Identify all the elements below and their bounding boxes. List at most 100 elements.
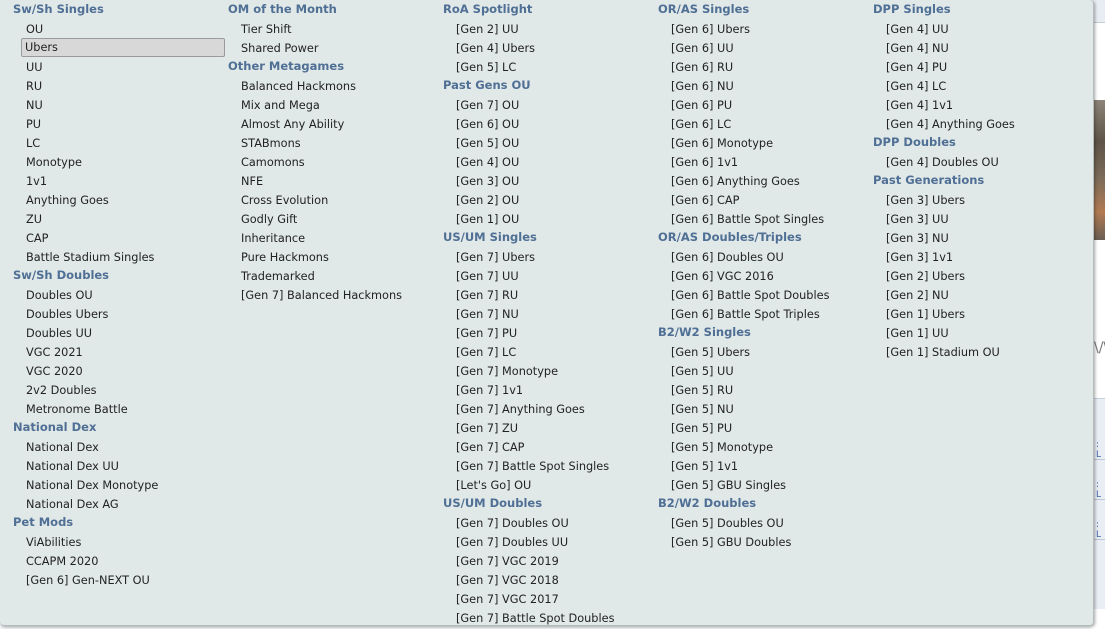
format-option[interactable]: [Gen 5] LC [443,57,655,76]
format-option[interactable]: [Gen 6] VGC 2016 [658,266,870,285]
format-option[interactable]: [Gen 2] OU [443,190,655,209]
format-option[interactable]: [Gen 4] Ubers [443,38,655,57]
format-option[interactable]: [Gen 5] OU [443,133,655,152]
format-option[interactable]: Inheritance [228,228,440,247]
format-option[interactable]: Doubles OU [13,285,225,304]
format-option[interactable]: [Gen 7] Battle Spot Singles [443,456,655,475]
format-option[interactable]: [Gen 7] VGC 2019 [443,551,655,570]
format-option[interactable]: [Gen 3] OU [443,171,655,190]
format-option[interactable]: [Gen 7] PU [443,323,655,342]
format-option[interactable]: [Gen 7] RU [443,285,655,304]
format-option[interactable]: Metronome Battle [13,399,225,418]
format-option[interactable]: [Gen 7] Ubers [443,247,655,266]
format-option[interactable]: Balanced Hackmons [228,76,440,95]
format-option[interactable]: Monotype [13,152,225,171]
format-option[interactable]: Battle Stadium Singles [13,247,225,266]
format-option[interactable]: [Gen 7] CAP [443,437,655,456]
format-option[interactable]: [Gen 6] RU [658,57,870,76]
format-option[interactable]: [Gen 5] GBU Doubles [658,532,870,551]
format-option[interactable]: [Gen 7] 1v1 [443,380,655,399]
format-option[interactable]: [Gen 6] UU [658,38,870,57]
format-option[interactable]: National Dex AG [13,494,225,513]
format-option[interactable]: [Gen 6] 1v1 [658,152,870,171]
format-option[interactable]: [Gen 1] OU [443,209,655,228]
format-option[interactable]: Ubers [21,38,225,57]
format-option[interactable]: [Gen 4] LC [873,76,1085,95]
format-option[interactable]: OU [13,19,225,38]
format-option[interactable]: CCAPM 2020 [13,551,225,570]
format-option[interactable]: [Gen 4] UU [873,19,1085,38]
format-option[interactable]: [Gen 6] Gen-NEXT OU [13,570,225,589]
format-option[interactable]: [Gen 3] UU [873,209,1085,228]
format-option[interactable]: [Gen 5] PU [658,418,870,437]
format-option[interactable]: [Gen 7] VGC 2017 [443,589,655,608]
format-option[interactable]: [Gen 1] Stadium OU [873,342,1085,361]
format-option[interactable]: [Gen 6] CAP [658,190,870,209]
format-option[interactable]: Doubles Ubers [13,304,225,323]
format-option[interactable]: LC [13,133,225,152]
format-option[interactable]: [Gen 7] VGC 2018 [443,570,655,589]
format-option[interactable]: Almost Any Ability [228,114,440,133]
format-option[interactable]: [Gen 5] GBU Singles [658,475,870,494]
format-option[interactable]: [Gen 2] Ubers [873,266,1085,285]
format-option[interactable]: [Gen 7] Doubles OU [443,513,655,532]
format-option[interactable]: [Gen 6] Battle Spot Triples [658,304,870,323]
format-option[interactable]: National Dex Monotype [13,475,225,494]
format-option[interactable]: [Gen 3] NU [873,228,1085,247]
format-option[interactable]: [Gen 6] Monotype [658,133,870,152]
format-option[interactable]: [Gen 3] Ubers [873,190,1085,209]
format-option[interactable]: [Gen 7] OU [443,95,655,114]
format-option[interactable]: ViAbilities [13,532,225,551]
format-option[interactable]: [Gen 7] LC [443,342,655,361]
format-option[interactable]: [Gen 3] 1v1 [873,247,1085,266]
format-option[interactable]: Pure Hackmons [228,247,440,266]
format-option[interactable]: VGC 2021 [13,342,225,361]
format-option[interactable]: [Gen 7] Doubles UU [443,532,655,551]
format-option[interactable]: 1v1 [13,171,225,190]
format-option[interactable]: [Gen 5] Ubers [658,342,870,361]
format-option[interactable]: Camomons [228,152,440,171]
format-option[interactable]: [Gen 5] RU [658,380,870,399]
format-option[interactable]: Cross Evolution [228,190,440,209]
format-option[interactable]: [Gen 7] Balanced Hackmons [228,285,440,304]
format-option[interactable]: [Let's Go] OU [443,475,655,494]
format-option[interactable]: [Gen 7] ZU [443,418,655,437]
format-option[interactable]: [Gen 6] Ubers [658,19,870,38]
format-option[interactable]: [Gen 7] Battle Spot Doubles [443,608,655,627]
format-option[interactable]: ZU [13,209,225,228]
format-option[interactable]: [Gen 4] OU [443,152,655,171]
format-option[interactable]: [Gen 5] 1v1 [658,456,870,475]
format-option[interactable]: [Gen 4] Anything Goes [873,114,1085,133]
format-option[interactable]: [Gen 4] Doubles OU [873,152,1085,171]
format-option[interactable]: [Gen 2] UU [443,19,655,38]
format-option[interactable]: Anything Goes [13,190,225,209]
format-option[interactable]: [Gen 6] OU [443,114,655,133]
format-option[interactable]: [Gen 4] 1v1 [873,95,1085,114]
format-option[interactable]: PU [13,114,225,133]
format-option[interactable]: [Gen 4] NU [873,38,1085,57]
format-option[interactable]: [Gen 6] Anything Goes [658,171,870,190]
format-option[interactable]: Mix and Mega [228,95,440,114]
format-option[interactable]: CAP [13,228,225,247]
format-option[interactable]: Shared Power [228,38,440,57]
format-option[interactable]: [Gen 5] Monotype [658,437,870,456]
format-option[interactable]: [Gen 7] NU [443,304,655,323]
format-option[interactable]: [Gen 1] Ubers [873,304,1085,323]
format-option[interactable]: 2v2 Doubles [13,380,225,399]
format-option[interactable]: National Dex UU [13,456,225,475]
format-option[interactable]: [Gen 5] Doubles OU [658,513,870,532]
format-option[interactable]: [Gen 5] UU [658,361,870,380]
format-option[interactable]: [Gen 6] Doubles OU [658,247,870,266]
format-option[interactable]: [Gen 4] PU [873,57,1085,76]
format-option[interactable]: STABmons [228,133,440,152]
format-option[interactable]: [Gen 1] UU [873,323,1085,342]
format-option[interactable]: [Gen 6] LC [658,114,870,133]
format-option[interactable]: [Gen 7] Monotype [443,361,655,380]
format-option[interactable]: [Gen 6] NU [658,76,870,95]
format-option[interactable]: [Gen 7] UU [443,266,655,285]
format-option[interactable]: Doubles UU [13,323,225,342]
format-option[interactable]: Godly Gift [228,209,440,228]
format-option[interactable]: UU [13,57,225,76]
format-option[interactable]: [Gen 6] PU [658,95,870,114]
format-option[interactable]: Tier Shift [228,19,440,38]
